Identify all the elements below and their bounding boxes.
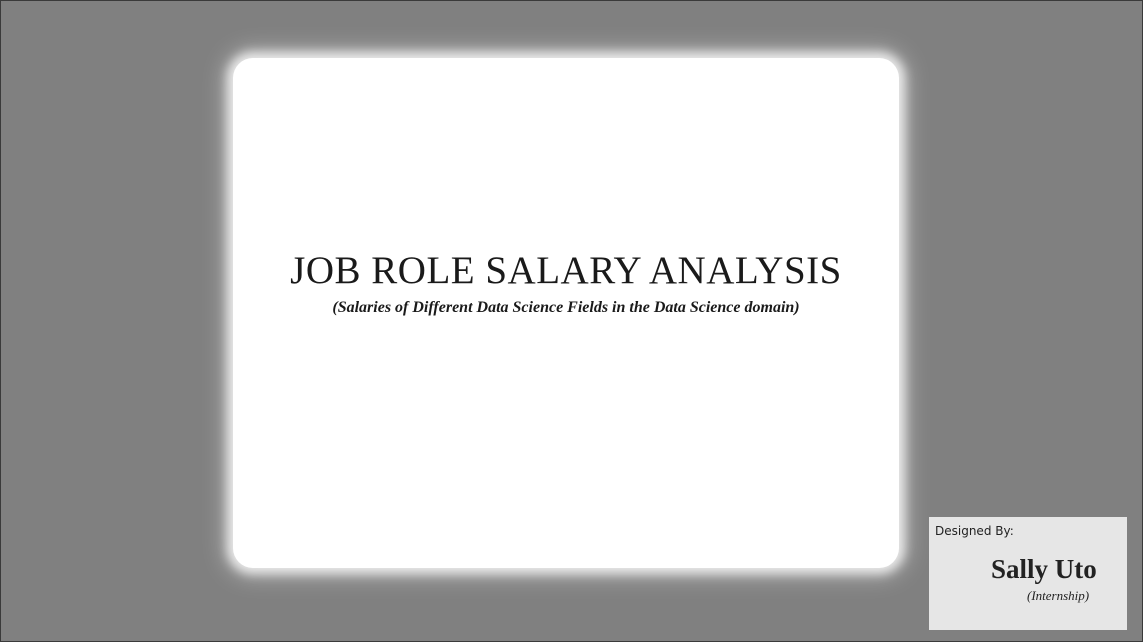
report-title: JOB ROLE SALARY ANALYSIS	[290, 249, 842, 292]
title-card: JOB ROLE SALARY ANALYSIS (Salaries of Di…	[233, 58, 899, 568]
designer-credit-box: Designed By: Sally Uto (Internship)	[929, 517, 1127, 630]
report-subtitle: (Salaries of Different Data Science Fiel…	[332, 299, 800, 316]
designer-name: Sally Uto	[991, 554, 1097, 584]
report-canvas: JOB ROLE SALARY ANALYSIS (Salaries of Di…	[0, 0, 1143, 642]
designer-role: (Internship)	[1027, 588, 1090, 603]
designer-label: Designed By:	[935, 524, 1014, 538]
